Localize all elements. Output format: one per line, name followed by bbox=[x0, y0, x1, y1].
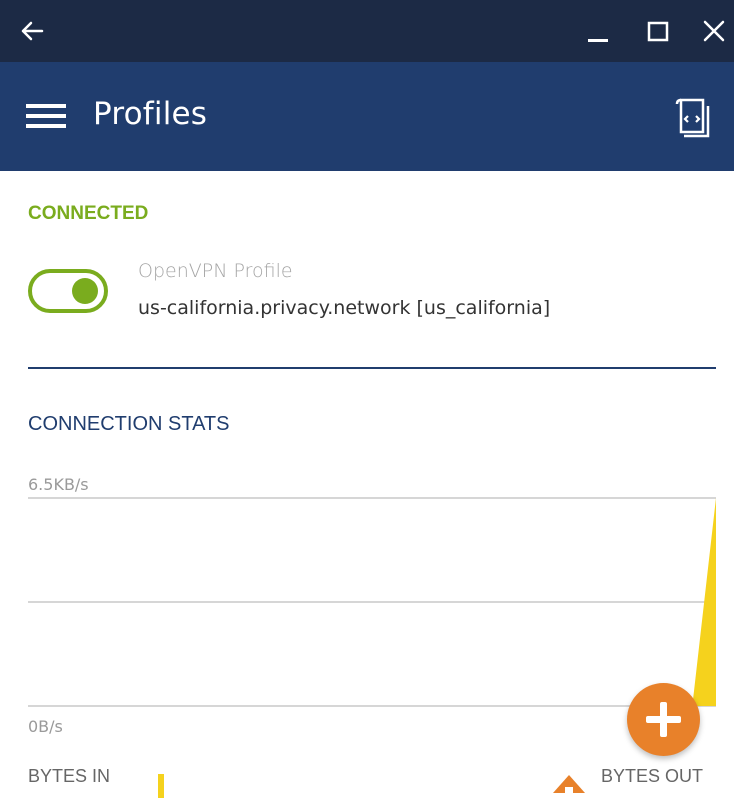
arrow-left-icon bbox=[21, 21, 44, 41]
add-profile-button[interactable] bbox=[627, 683, 700, 756]
upload-arrow-icon bbox=[553, 775, 585, 797]
y-tick-label-min: 0B/s bbox=[28, 717, 63, 736]
window-title-bar bbox=[0, 0, 734, 62]
import-profile-icon bbox=[675, 98, 710, 138]
maximize-button[interactable] bbox=[642, 14, 674, 48]
back-button[interactable] bbox=[20, 14, 52, 48]
close-icon bbox=[703, 20, 725, 42]
toggle-knob bbox=[72, 278, 98, 304]
app-bar: Profiles bbox=[0, 62, 734, 171]
profile-type: OpenVPN Profile bbox=[138, 260, 293, 282]
page-title: Profiles bbox=[93, 96, 208, 132]
bytes-out-label: BYTES OUT bbox=[601, 766, 704, 786]
connection-stats-title: CONNECTION STATS bbox=[28, 413, 230, 435]
plus-icon bbox=[646, 702, 681, 737]
section-divider bbox=[28, 367, 716, 369]
hamburger-menu-icon bbox=[26, 104, 66, 128]
bytes-in-label: BYTES IN bbox=[28, 766, 111, 786]
menu-button[interactable] bbox=[26, 100, 66, 132]
bytes-in-indicator bbox=[158, 774, 164, 798]
minimize-icon bbox=[588, 39, 608, 42]
connection-status-label: CONNECTED bbox=[28, 203, 149, 224]
y-tick-label-max: 6.5KB/s bbox=[28, 475, 89, 494]
close-button[interactable] bbox=[697, 14, 729, 48]
minimize-button[interactable] bbox=[580, 14, 612, 48]
connection-stats-chart: 6.5KB/s 0B/s bbox=[28, 475, 716, 736]
maximize-icon bbox=[647, 21, 669, 42]
import-profile-button[interactable] bbox=[672, 96, 712, 138]
profile-name[interactable]: us-california.privacy.network [us_califo… bbox=[138, 297, 550, 319]
connection-toggle[interactable] bbox=[28, 269, 108, 313]
